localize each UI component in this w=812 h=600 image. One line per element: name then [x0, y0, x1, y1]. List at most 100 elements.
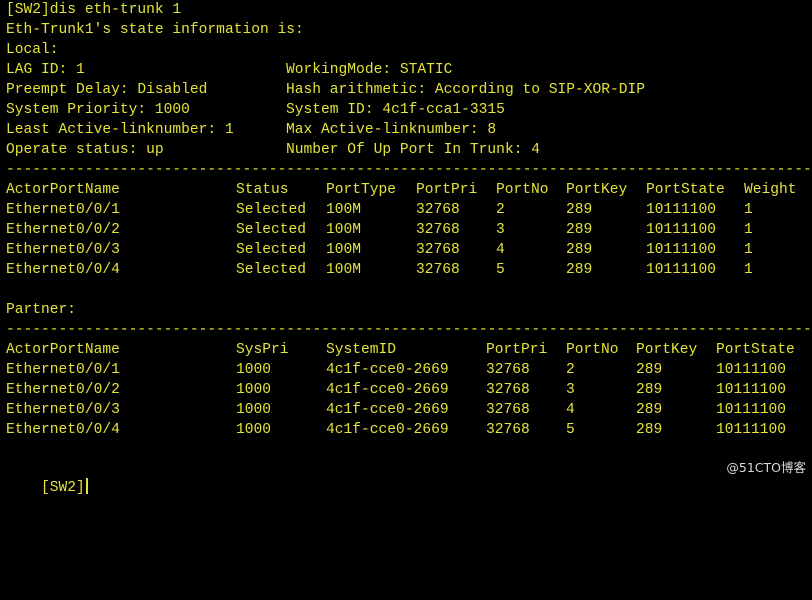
- table-cell: 1000: [236, 382, 272, 398]
- table-cell: Ethernet0/0/4: [6, 262, 120, 278]
- table-cell: 10111100: [716, 422, 787, 438]
- table-cell: 289: [566, 222, 593, 238]
- table-cell: 100M: [326, 222, 362, 238]
- table-cell: 100M: [326, 262, 362, 278]
- state-info-header: Eth-Trunk1's state information is:: [6, 22, 304, 38]
- table-cell: Selected: [236, 222, 307, 238]
- table-cell: 4c1f-cce0-2669: [326, 402, 449, 418]
- column-header: PortKey: [566, 182, 628, 198]
- table-cell: Ethernet0/0/3: [6, 242, 120, 258]
- partner-label: Partner:: [6, 302, 77, 318]
- table-cell: 4c1f-cce0-2669: [326, 382, 449, 398]
- info-left: System Priority: 1000: [6, 102, 190, 118]
- column-header: ActorPortName: [6, 182, 120, 198]
- table-cell: 4: [566, 402, 575, 418]
- info-row: Operate status: up Number Of Up Port In …: [6, 140, 540, 160]
- table-cell: 1000: [236, 422, 272, 438]
- table-cell: Selected: [236, 262, 307, 278]
- table-cell: 100M: [326, 242, 362, 258]
- table-cell: Ethernet0/0/2: [6, 382, 120, 398]
- table-cell: 1: [744, 222, 753, 238]
- table-cell: 10111100: [716, 362, 787, 378]
- info-left: Preempt Delay: Disabled: [6, 82, 208, 98]
- column-header: SystemID: [326, 342, 397, 358]
- column-header: PortPri: [486, 342, 548, 358]
- info-left: Least Active-linknumber: 1: [6, 122, 234, 138]
- column-header: Status: [236, 182, 289, 198]
- column-header: PortState: [716, 342, 795, 358]
- table-cell: 289: [566, 242, 593, 258]
- separator-line: ----------------------------------------…: [6, 322, 812, 338]
- table-row: Ethernet0/0/4 1000 4c1f-cce0-2669 32768 …: [6, 420, 786, 440]
- info-right: System ID: 4c1f-cca1-3315: [286, 102, 505, 118]
- text-cursor: [85, 478, 88, 494]
- table-cell: 289: [636, 402, 663, 418]
- table-cell: 289: [636, 422, 663, 438]
- column-header: PortType: [326, 182, 397, 198]
- info-row: Preempt Delay: Disabled Hash arithmetic:…: [6, 80, 645, 100]
- table-cell: Ethernet0/0/1: [6, 202, 120, 218]
- table-cell: 2: [496, 202, 505, 218]
- partner-table-header: ActorPortName SysPri SystemID PortPri Po…: [6, 340, 795, 360]
- table-cell: 32768: [416, 262, 460, 278]
- separator-line: ----------------------------------------…: [6, 162, 812, 178]
- command-line: [SW2]dis eth-trunk 1: [6, 2, 182, 18]
- info-right: WorkingMode: STATIC: [286, 62, 453, 78]
- table-cell: 4c1f-cce0-2669: [326, 362, 449, 378]
- table-cell: 4c1f-cce0-2669: [326, 422, 449, 438]
- table-row: Ethernet0/0/2 1000 4c1f-cce0-2669 32768 …: [6, 380, 786, 400]
- column-header: ActorPortName: [6, 342, 120, 358]
- table-cell: 1000: [236, 402, 272, 418]
- info-row: Least Active-linknumber: 1 Max Active-li…: [6, 120, 496, 140]
- info-right: Max Active-linknumber: 8: [286, 122, 497, 138]
- local-table-header: ActorPortName Status PortType PortPri Po…: [6, 180, 797, 200]
- table-cell: 289: [636, 382, 663, 398]
- table-cell: 3: [496, 222, 505, 238]
- table-cell: 10111100: [646, 262, 717, 278]
- info-left: LAG ID: 1: [6, 62, 85, 78]
- table-cell: Ethernet0/0/1: [6, 362, 120, 378]
- info-left: Operate status: up: [6, 142, 164, 158]
- table-cell: 289: [566, 202, 593, 218]
- terminal-window[interactable]: [SW2]dis eth-trunk 1 Eth-Trunk1's state …: [0, 0, 812, 496]
- watermark: @51CTO博客: [726, 460, 806, 475]
- table-cell: 2: [566, 362, 575, 378]
- table-cell: 32768: [486, 402, 530, 418]
- table-cell: 1000: [236, 362, 272, 378]
- table-cell: 100M: [326, 202, 362, 218]
- table-cell: 3: [566, 382, 575, 398]
- column-header: PortState: [646, 182, 725, 198]
- table-cell: 4: [496, 242, 505, 258]
- prompt: [SW2]: [41, 480, 85, 496]
- table-cell: 5: [496, 262, 505, 278]
- table-cell: Selected: [236, 202, 307, 218]
- table-cell: Selected: [236, 242, 307, 258]
- table-cell: 32768: [486, 422, 530, 438]
- table-row: Ethernet0/0/3 Selected 100M 32768 4 289 …: [6, 240, 753, 260]
- column-header: PortNo: [496, 182, 549, 198]
- table-cell: 1: [744, 242, 753, 258]
- table-row: Ethernet0/0/3 1000 4c1f-cce0-2669 32768 …: [6, 400, 786, 420]
- table-cell: 10111100: [716, 382, 787, 398]
- table-cell: 32768: [416, 242, 460, 258]
- column-header: PortNo: [566, 342, 619, 358]
- table-cell: 32768: [416, 222, 460, 238]
- table-row: Ethernet0/0/4 Selected 100M 32768 5 289 …: [6, 260, 753, 280]
- table-cell: 10111100: [646, 202, 717, 218]
- info-right: Number Of Up Port In Trunk: 4: [286, 142, 540, 158]
- table-row: Ethernet0/0/1 1000 4c1f-cce0-2669 32768 …: [6, 360, 786, 380]
- table-cell: 32768: [486, 362, 530, 378]
- table-cell: 10111100: [716, 402, 787, 418]
- table-cell: 1: [744, 202, 753, 218]
- table-cell: 289: [636, 362, 663, 378]
- local-label: Local:: [6, 42, 59, 58]
- table-row: Ethernet0/0/1 Selected 100M 32768 2 289 …: [6, 200, 753, 220]
- info-row: System Priority: 1000 System ID: 4c1f-cc…: [6, 100, 505, 120]
- table-cell: Ethernet0/0/4: [6, 422, 120, 438]
- info-right: Hash arithmetic: According to SIP-XOR-DI…: [286, 82, 646, 98]
- table-cell: 289: [566, 262, 593, 278]
- table-cell: Ethernet0/0/3: [6, 402, 120, 418]
- table-cell: 32768: [416, 202, 460, 218]
- table-cell: 5: [566, 422, 575, 438]
- prompt-line[interactable]: [SW2]: [6, 458, 88, 496]
